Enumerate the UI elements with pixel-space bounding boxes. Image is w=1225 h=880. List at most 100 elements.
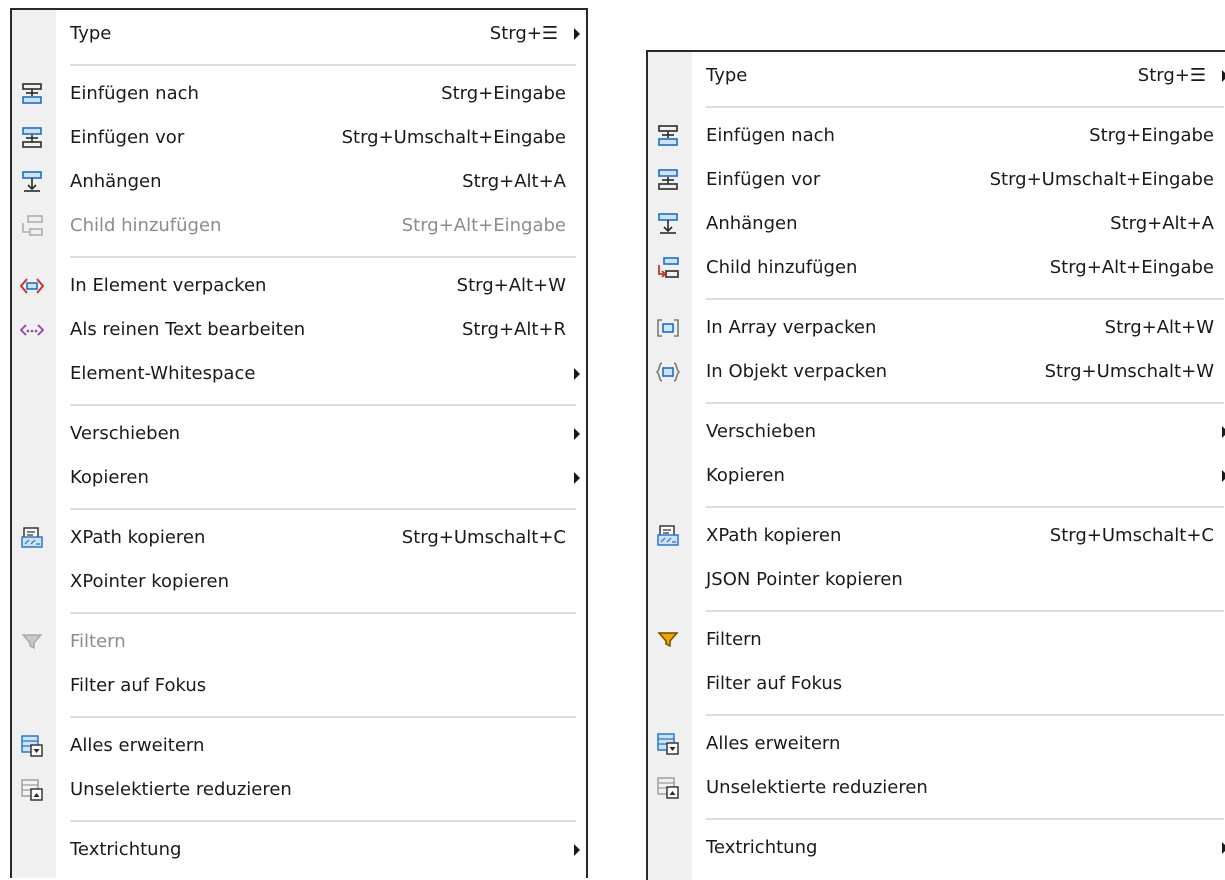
menu-separator — [706, 714, 1224, 716]
menu-item-move[interactable]: Verschieben — [12, 414, 586, 454]
menu-item-expand-all[interactable]: Alles erweitern — [648, 724, 1225, 764]
menu-item-label: Unselektierte reduzieren — [70, 779, 292, 800]
menu-item-label: Verschieben — [706, 421, 817, 442]
menu-separator — [706, 610, 1224, 612]
menu-item-shortcut: Strg+Umschalt+Eingabe — [341, 127, 566, 148]
menu-item-insert-after[interactable]: Einfügen nach Strg+Eingabe — [648, 116, 1225, 156]
insert-before-icon — [20, 127, 44, 149]
add-child-icon — [656, 257, 680, 279]
menu-item-copy-xpointer[interactable]: XPointer kopieren — [12, 562, 586, 602]
menu-item-label: Filtern — [706, 629, 762, 650]
menu-item-insert-before[interactable]: Einfügen vor Strg+Umschalt+Eingabe — [648, 160, 1225, 200]
menu-item-label: Filter auf Fokus — [70, 675, 207, 696]
menu-item-type[interactable]: Type Strg+☰ — [648, 56, 1225, 96]
menu-item-expand-all[interactable]: Alles erweitern — [12, 726, 586, 766]
menu-item-filter-on-focus[interactable]: Filter auf Fokus — [12, 666, 586, 706]
submenu-arrow-icon — [574, 844, 580, 856]
menu-separator — [70, 404, 576, 406]
submenu-arrow-icon — [574, 28, 580, 40]
context-menu-json: Type Strg+☰ Einfügen nach Strg+Eingabe E… — [646, 50, 1225, 880]
insert-before-icon — [656, 169, 680, 191]
menu-item-label: XPointer kopieren — [70, 571, 230, 592]
menu-item-label: Einfügen nach — [706, 125, 835, 146]
menu-item-wrap-array[interactable]: In Array verpacken Strg+Alt+W — [648, 308, 1225, 348]
menu-item-copy[interactable]: Kopieren — [648, 456, 1225, 496]
menu-item-shortcut: Strg+Alt+W — [456, 275, 566, 296]
submenu-arrow-icon — [574, 428, 580, 440]
menu-item-wrap-object[interactable]: In Objekt verpacken Strg+Umschalt+W — [648, 352, 1225, 392]
menu-item-label: Kopieren — [70, 467, 149, 488]
menu-item-shortcut: Strg+Umschalt+C — [401, 527, 566, 548]
expand-all-icon — [656, 733, 680, 755]
collapse-unselected-icon — [20, 779, 44, 801]
menu-item-label: Textrichtung — [70, 839, 182, 860]
menu-separator — [706, 106, 1224, 108]
menu-separator — [706, 818, 1224, 820]
menu-item-shortcut: Strg+Eingabe — [1089, 125, 1214, 146]
menu-item-label: Filter auf Fokus — [706, 673, 843, 694]
menu-item-shortcut: Strg+☰ — [1137, 65, 1206, 86]
context-menu-xml: Type Strg+☰ Einfügen nach Strg+Eingabe E… — [10, 8, 588, 878]
expand-all-icon — [20, 735, 44, 757]
add-child-icon — [20, 215, 44, 237]
menu-item-shortcut: Strg+Umschalt+C — [1049, 525, 1214, 546]
menu-item-shortcut: Strg+Umschalt+W — [1044, 361, 1214, 382]
menu-item-label: XPath kopieren — [706, 525, 842, 546]
menu-item-copy-xpath[interactable]: XPath kopieren Strg+Umschalt+C — [648, 516, 1225, 556]
menu-separator — [706, 298, 1224, 300]
insert-after-icon — [20, 83, 44, 105]
menu-item-label: Als reinen Text bearbeiten — [70, 319, 306, 340]
menu-item-copy-json-pointer[interactable]: JSON Pointer kopieren — [648, 560, 1225, 600]
menu-item-collapse-unselected[interactable]: Unselektierte reduzieren — [12, 770, 586, 810]
menu-item-label: Anhängen — [706, 213, 798, 234]
menu-item-copy-xpath[interactable]: XPath kopieren Strg+Umschalt+C — [12, 518, 586, 558]
menu-item-filter[interactable]: Filtern — [12, 622, 586, 662]
menu-item-label: Einfügen nach — [70, 83, 199, 104]
menu-item-append[interactable]: Anhängen Strg+Alt+A — [12, 162, 586, 202]
menu-item-add-child[interactable]: Child hinzufügen Strg+Alt+Eingabe — [648, 248, 1225, 288]
menu-item-type[interactable]: Type Strg+☰ — [12, 14, 586, 54]
menu-separator — [70, 64, 576, 66]
menu-item-text-direction[interactable]: Textrichtung — [648, 828, 1225, 868]
menu-item-edit-as-text[interactable]: Als reinen Text bearbeiten Strg+Alt+R — [12, 310, 586, 350]
menu-item-label: Element-Whitespace — [70, 363, 256, 384]
menu-item-shortcut: Strg+Eingabe — [441, 83, 566, 104]
append-icon — [20, 171, 44, 193]
menu-separator — [706, 402, 1224, 404]
menu-item-shortcut: Strg+Alt+Eingabe — [401, 215, 566, 236]
menu-item-shortcut: Strg+Alt+R — [461, 319, 566, 340]
menu-item-label: In Element verpacken — [70, 275, 267, 296]
menu-item-text-direction[interactable]: Textrichtung — [12, 830, 586, 870]
copy-xpath-icon — [20, 527, 44, 549]
menu-item-label: XPath kopieren — [70, 527, 206, 548]
menu-item-label: Anhängen — [70, 171, 162, 192]
menu-item-collapse-unselected[interactable]: Unselektierte reduzieren — [648, 768, 1225, 808]
menu-item-shortcut: Strg+Alt+A — [462, 171, 566, 192]
menu-item-element-whitespace[interactable]: Element-Whitespace — [12, 354, 586, 394]
menu-item-shortcut: Strg+Alt+A — [1110, 213, 1214, 234]
menu-separator — [706, 506, 1224, 508]
edit-as-text-icon — [20, 319, 44, 341]
menu-item-label: Type — [70, 23, 112, 44]
wrap-array-icon — [656, 317, 680, 339]
menu-item-insert-before[interactable]: Einfügen vor Strg+Umschalt+Eingabe — [12, 118, 586, 158]
menu-item-wrap-element[interactable]: In Element verpacken Strg+Alt+W — [12, 266, 586, 306]
menu-item-filter-on-focus[interactable]: Filter auf Fokus — [648, 664, 1225, 704]
menu-item-label: Einfügen vor — [706, 169, 821, 190]
menu-separator — [70, 612, 576, 614]
menu-item-move[interactable]: Verschieben — [648, 412, 1225, 452]
append-icon — [656, 213, 680, 235]
wrap-element-icon — [20, 275, 44, 297]
menu-item-filter[interactable]: Filtern — [648, 620, 1225, 660]
menu-separator — [70, 256, 576, 258]
menu-item-add-child[interactable]: Child hinzufügen Strg+Alt+Eingabe — [12, 206, 586, 246]
menu-item-insert-after[interactable]: Einfügen nach Strg+Eingabe — [12, 74, 586, 114]
menu-item-label: Einfügen vor — [70, 127, 185, 148]
menu-item-append[interactable]: Anhängen Strg+Alt+A — [648, 204, 1225, 244]
menu-item-copy[interactable]: Kopieren — [12, 458, 586, 498]
menu-item-label: Alles erweitern — [70, 735, 205, 756]
menu-item-label: Textrichtung — [706, 837, 818, 858]
menu-item-label: In Objekt verpacken — [706, 361, 888, 382]
menu-item-shortcut: Strg+Alt+Eingabe — [1049, 257, 1214, 278]
menu-item-label: In Array verpacken — [706, 317, 877, 338]
